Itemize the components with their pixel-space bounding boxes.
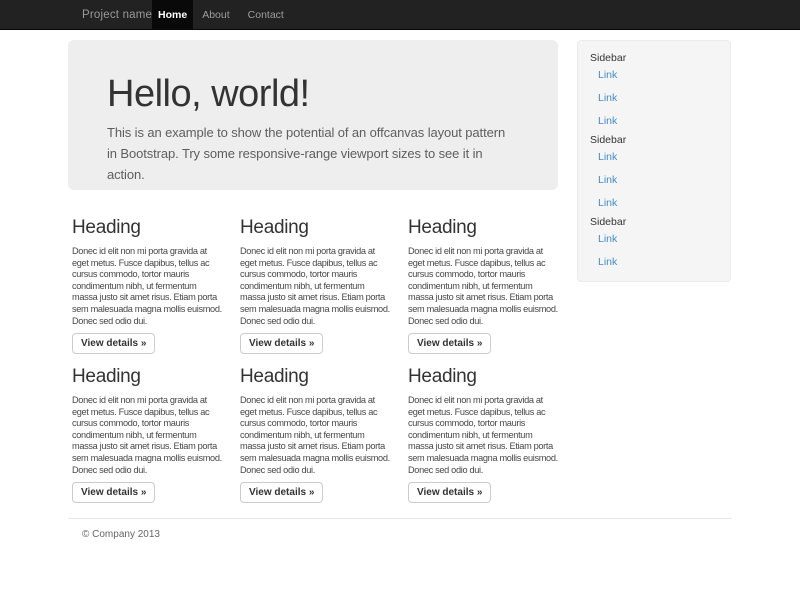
content-card: Heading Donec id elit non mi porta gravi…	[240, 367, 390, 503]
jumbotron-description: This is an example to show the potential…	[107, 122, 518, 185]
view-details-button[interactable]: View details »	[72, 333, 155, 354]
view-details-button[interactable]: View details »	[240, 333, 323, 354]
sidebar-link[interactable]: Link	[590, 69, 718, 81]
card-body-text: Donec id elit non mi porta gravida at eg…	[408, 395, 558, 476]
view-details-button[interactable]: View details »	[240, 482, 323, 503]
content-card: Heading Donec id elit non mi porta gravi…	[240, 218, 390, 354]
card-row: Heading Donec id elit non mi porta gravi…	[68, 367, 558, 507]
brand-link[interactable]: Project name	[82, 0, 152, 30]
footer-copyright: © Company 2013	[82, 528, 160, 542]
sidebar-heading: Sidebar	[590, 216, 718, 229]
sidebar-group: Sidebar Link Link	[590, 216, 718, 268]
content-card: Heading Donec id elit non mi porta gravi…	[408, 218, 558, 354]
card-row: Heading Donec id elit non mi porta gravi…	[68, 218, 558, 358]
content-card: Heading Donec id elit non mi porta gravi…	[408, 367, 558, 503]
card-heading: Heading	[240, 218, 390, 237]
page-title: Hello, world!	[107, 74, 518, 114]
card-heading: Heading	[72, 367, 222, 386]
sidebar-group: Sidebar Link Link Link	[590, 134, 718, 209]
sidebar-link[interactable]: Link	[590, 256, 718, 268]
sidebar-panel: Sidebar Link Link Link Sidebar Link Link…	[577, 40, 731, 282]
sidebar-link[interactable]: Link	[590, 233, 718, 245]
view-details-button[interactable]: View details »	[72, 482, 155, 503]
footer-divider	[68, 518, 732, 519]
nav-item-about[interactable]: About	[193, 0, 238, 30]
card-body-text: Donec id elit non mi porta gravida at eg…	[240, 395, 390, 476]
card-body-text: Donec id elit non mi porta gravida at eg…	[408, 246, 558, 327]
card-body-text: Donec id elit non mi porta gravida at eg…	[72, 395, 222, 476]
card-heading: Heading	[72, 218, 222, 237]
sidebar-link[interactable]: Link	[590, 197, 718, 209]
nav-item-contact[interactable]: Contact	[239, 0, 293, 30]
nav-item-home[interactable]: Home	[152, 0, 193, 30]
sidebar-link[interactable]: Link	[590, 174, 718, 186]
view-details-button[interactable]: View details »	[408, 482, 491, 503]
content-card: Heading Donec id elit non mi porta gravi…	[72, 218, 222, 354]
view-details-button[interactable]: View details »	[408, 333, 491, 354]
sidebar-heading: Sidebar	[590, 52, 718, 65]
sidebar-link[interactable]: Link	[590, 115, 718, 127]
top-navbar: Project name Home About Contact	[0, 0, 800, 30]
card-heading: Heading	[408, 218, 558, 237]
sidebar-group: Sidebar Link Link Link	[590, 52, 718, 127]
card-body-text: Donec id elit non mi porta gravida at eg…	[72, 246, 222, 327]
sidebar-link[interactable]: Link	[590, 151, 718, 163]
card-body-text: Donec id elit non mi porta gravida at eg…	[240, 246, 390, 327]
card-heading: Heading	[240, 367, 390, 386]
jumbotron: Hello, world! This is an example to show…	[68, 40, 558, 190]
content-card: Heading Donec id elit non mi porta gravi…	[72, 367, 222, 503]
sidebar-heading: Sidebar	[590, 134, 718, 147]
navbar-menu: Home About Contact	[152, 0, 293, 30]
sidebar-link[interactable]: Link	[590, 92, 718, 104]
card-heading: Heading	[408, 367, 558, 386]
